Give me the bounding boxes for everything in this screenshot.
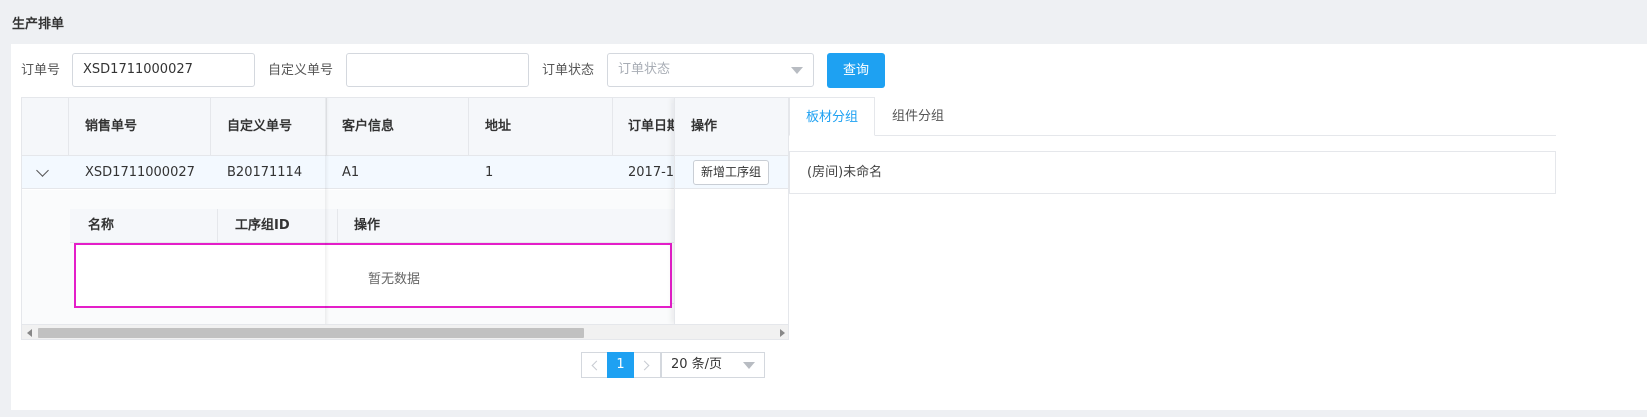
order-no-label: 订单号 bbox=[21, 63, 61, 78]
col-header-action: 操作 bbox=[691, 119, 718, 134]
chevron-down-icon bbox=[791, 67, 803, 74]
scroll-right-icon[interactable] bbox=[780, 329, 785, 337]
order-status-select[interactable]: 订单状态 bbox=[607, 53, 814, 87]
horizontal-scrollbar[interactable] bbox=[22, 324, 788, 339]
sub-col-header-name: 名称 bbox=[88, 218, 115, 233]
order-status-placeholder: 订单状态 bbox=[618, 62, 671, 77]
col-header-customer[interactable]: 客户信息 bbox=[326, 98, 468, 156]
sub-table-header bbox=[70, 209, 722, 243]
cell-address: 1 bbox=[485, 165, 494, 180]
page-title: 生产排单 bbox=[12, 17, 65, 32]
page-size-value: 20 条/页 bbox=[671, 357, 723, 372]
chevron-right-icon bbox=[639, 360, 650, 371]
add-process-group-button[interactable]: 新增工序组 bbox=[693, 160, 769, 185]
order-no-input[interactable]: XSD1711000027 bbox=[72, 53, 255, 87]
group-item-label: (房间)未命名 bbox=[807, 165, 883, 180]
sub-col-header-group-id: 工序组ID bbox=[235, 218, 290, 233]
cell-sales-no: XSD1711000027 bbox=[85, 165, 195, 180]
group-list-item[interactable]: (房间)未命名 bbox=[789, 151, 1556, 194]
col-header-custom-no[interactable]: 自定义单号 bbox=[211, 98, 326, 156]
col-header-sales-no[interactable]: 销售单号 bbox=[69, 98, 210, 156]
page-1-button[interactable]: 1 bbox=[607, 352, 634, 378]
chevron-down-icon bbox=[743, 362, 755, 369]
tab-component-group[interactable]: 组件分组 bbox=[875, 97, 961, 136]
custom-no-label: 自定义单号 bbox=[268, 63, 334, 78]
prev-page-button[interactable] bbox=[581, 352, 608, 378]
scroll-left-icon[interactable] bbox=[27, 329, 32, 337]
empty-text: 暂无数据 bbox=[368, 272, 421, 287]
scrollbar-thumb[interactable] bbox=[38, 328, 584, 338]
page-size-select[interactable]: 20 条/页 bbox=[661, 352, 765, 378]
cell-customer: A1 bbox=[342, 165, 360, 180]
tab-board-group[interactable]: 板材分组 bbox=[789, 97, 875, 136]
fixed-column-shadow bbox=[325, 98, 329, 324]
order-no-input-value: XSD1711000027 bbox=[83, 62, 193, 77]
col-divider bbox=[217, 209, 218, 243]
next-page-button[interactable] bbox=[634, 352, 661, 378]
custom-no-input[interactable] bbox=[346, 53, 529, 87]
fixed-action-column: 操作 新增工序组 bbox=[674, 98, 788, 324]
sub-col-header-action: 操作 bbox=[354, 218, 381, 233]
chevron-left-icon bbox=[591, 360, 602, 371]
order-status-label: 订单状态 bbox=[542, 63, 595, 78]
orders-table: 销售单号 自定义单号 客户信息 地址 订单日期 XSD1711000027 B2… bbox=[21, 97, 789, 340]
cell-date: 2017-11 bbox=[628, 165, 674, 180]
query-button[interactable]: 查询 bbox=[827, 53, 885, 88]
col-header-date[interactable]: 订单日期 bbox=[612, 98, 674, 156]
cell-custom-no: B20171114 bbox=[227, 165, 303, 180]
col-header-address[interactable]: 地址 bbox=[469, 98, 612, 156]
